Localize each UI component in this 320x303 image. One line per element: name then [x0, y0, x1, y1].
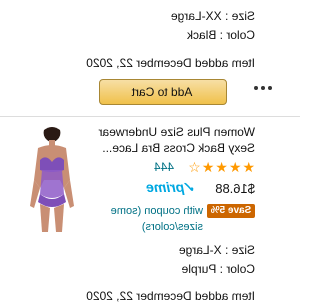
item-1-size: Size : XX-Large: [170, 9, 255, 23]
item-2-added-date: Item added December 22, 2020: [86, 289, 255, 303]
add-to-cart-label: Add to Cart: [131, 85, 193, 99]
item-1-color: Color : Black: [186, 28, 255, 42]
prime-icon: ✓prime: [146, 179, 196, 195]
add-to-cart-button[interactable]: Add to Cart: [99, 79, 227, 105]
star-icon[interactable]: ★★★★☆: [187, 159, 255, 175]
coupon-badge-label: Save 5%: [210, 205, 252, 216]
product-title-line-1[interactable]: Women Plus Size Underwear: [89, 125, 255, 139]
more-dot: [261, 86, 265, 90]
item-2-color: Color : Purple: [181, 262, 255, 276]
rating-count[interactable]: 444: [154, 160, 174, 174]
product-price: $16.88: [215, 181, 255, 196]
mirrored-screen: Size : XX-Large Color : Black Item added…: [0, 0, 300, 303]
coupon-badge[interactable]: Save 5%: [207, 204, 255, 218]
item-divider: [0, 116, 300, 117]
wishlist-page: Size : XX-Large Color : Black Item added…: [0, 0, 300, 303]
product-image[interactable]: [24, 124, 80, 234]
item-1-added-date: Item added December 22, 2020: [86, 56, 255, 70]
more-dot: [254, 86, 258, 90]
more-dot: [268, 86, 272, 90]
more-options-icon[interactable]: [254, 86, 272, 92]
product-title-line-2[interactable]: Sexy Back Cross Bra Lace...: [89, 141, 255, 155]
item-2-size: Size : X-Large: [178, 243, 255, 257]
coupon-text-line-1[interactable]: with coupon (some: [83, 205, 203, 217]
coupon-text-line-2[interactable]: sizes/colors): [83, 221, 203, 233]
